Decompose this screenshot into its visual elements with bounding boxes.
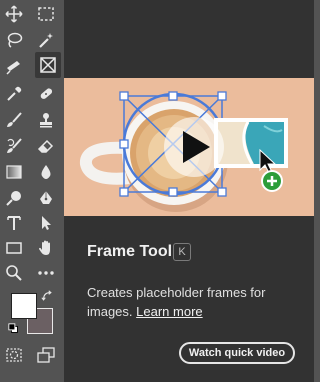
more-tools-icon[interactable] xyxy=(33,260,59,286)
blur-icon[interactable] xyxy=(33,159,59,185)
default-colors-icon[interactable] xyxy=(7,322,21,336)
zoom-icon[interactable] xyxy=(1,260,27,286)
swap-colors-icon[interactable] xyxy=(40,289,54,303)
brush-icon[interactable] xyxy=(1,107,27,133)
tooltip-description: Creates placeholder frames for images. L… xyxy=(87,283,287,321)
spot-healing-icon[interactable] xyxy=(33,81,59,107)
quick-mask-icon[interactable] xyxy=(1,342,27,368)
learn-more-link[interactable]: Learn more xyxy=(136,304,202,319)
pen-icon[interactable] xyxy=(33,185,59,211)
tool-preview-image xyxy=(64,78,314,216)
hand-icon[interactable] xyxy=(33,235,59,261)
type-icon[interactable] xyxy=(1,210,27,236)
tooltip-title: Frame Tool xyxy=(87,243,173,260)
crop-icon[interactable] xyxy=(1,54,27,80)
shortcut-key-badge: K xyxy=(173,243,191,261)
gradient-icon[interactable] xyxy=(1,159,27,185)
magic-wand-icon[interactable] xyxy=(33,27,59,53)
path-selection-icon[interactable] xyxy=(33,210,59,236)
lasso-icon[interactable] xyxy=(1,27,27,53)
frame-icon[interactable] xyxy=(35,52,61,78)
marquee-icon[interactable] xyxy=(33,1,59,27)
watch-video-button[interactable]: Watch quick video xyxy=(179,342,295,364)
history-brush-icon[interactable] xyxy=(1,133,27,159)
screen-mode-icon[interactable] xyxy=(33,342,59,368)
foreground-color-swatch[interactable] xyxy=(11,293,37,319)
rectangle-icon[interactable] xyxy=(1,235,27,261)
tools-panel xyxy=(0,0,64,382)
eraser-icon[interactable] xyxy=(33,133,59,159)
dodge-icon[interactable] xyxy=(1,185,27,211)
eyedropper-icon[interactable] xyxy=(1,81,27,107)
clone-stamp-icon[interactable] xyxy=(33,107,59,133)
move-icon[interactable] xyxy=(1,1,27,27)
